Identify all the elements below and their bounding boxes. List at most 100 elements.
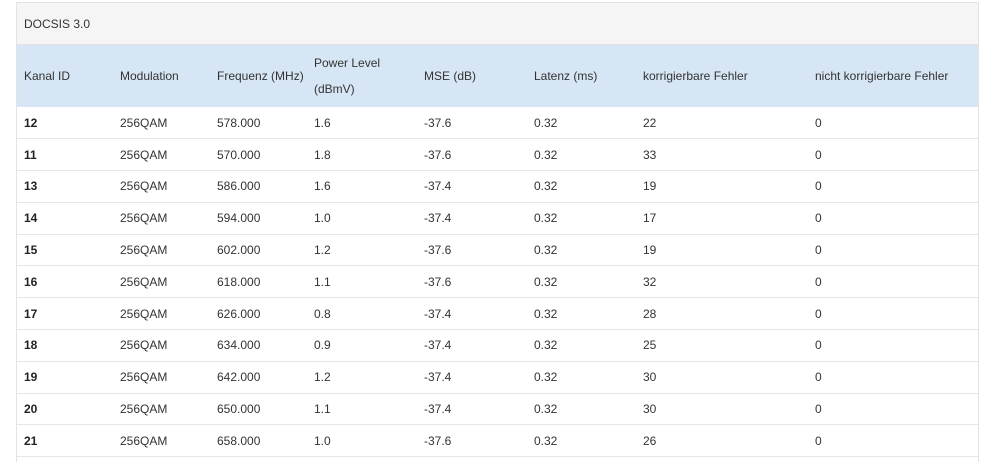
- header-mse: MSE (dB): [424, 69, 477, 83]
- cell-korrigierbare-fehler: 33: [643, 147, 657, 162]
- cell-modulation: 256QAM: [120, 274, 168, 289]
- cell-korrigierbare-fehler: 28: [643, 306, 657, 321]
- header-korrigierbare-fehler: korrigierbare Fehler: [643, 69, 748, 83]
- cell-kanal-id: 11: [24, 147, 37, 162]
- cell-latenz: 0.32: [534, 274, 558, 289]
- cell-nicht-korrigierbare-fehler: 0: [815, 306, 822, 321]
- cell-nicht-korrigierbare-fehler: 0: [815, 179, 822, 194]
- cell-modulation: 256QAM: [120, 402, 168, 417]
- cell-mse: -37.6: [424, 433, 452, 448]
- header-power-level: Power Level (dBmV): [307, 45, 417, 107]
- cell-frequenz: 650.000: [217, 402, 261, 417]
- cell-mse: -37.6: [424, 115, 452, 130]
- cell-nicht-korrigierbare-fehler: 0: [815, 147, 822, 162]
- cell-power-level: 1.6: [314, 115, 331, 130]
- cell-kanal-id: 15: [24, 243, 38, 258]
- cell-kanal-id: 18: [24, 338, 38, 353]
- cell-latenz: 0.32: [534, 179, 558, 194]
- cell-korrigierbare-fehler: 19: [643, 243, 657, 258]
- cell-modulation: 256QAM: [120, 306, 168, 321]
- docsis-panel: DOCSIS 3.0 Kanal ID Modulation Frequenz …: [16, 2, 979, 462]
- cell-frequenz: 586.000: [217, 179, 261, 194]
- cell-latenz: 0.32: [534, 402, 558, 417]
- cell-korrigierbare-fehler: 17: [643, 211, 657, 226]
- header-power-level-line2: (dBmV): [314, 82, 355, 96]
- cell-latenz: 0.32: [534, 211, 558, 226]
- cell-korrigierbare-fehler: 19: [643, 179, 657, 194]
- cell-korrigierbare-fehler: 30: [643, 370, 657, 385]
- cell-power-level: 0.8: [314, 306, 331, 321]
- cell-nicht-korrigierbare-fehler: 0: [815, 338, 822, 353]
- cell-nicht-korrigierbare-fehler: 0: [815, 211, 822, 226]
- cell-nicht-korrigierbare-fehler: 0: [815, 274, 822, 289]
- table-row: 19 256QAM 642.000 1.2 -37.4 0.32 30 0: [17, 361, 978, 394]
- table-row: 11 256QAM 570.000 1.8 -37.6 0.32 33 0: [17, 139, 978, 171]
- header-nicht-korrigierbare-fehler: nicht korrigierbare Fehler: [815, 69, 949, 83]
- cell-korrigierbare-fehler: 22: [643, 115, 657, 130]
- cell-modulation: 256QAM: [120, 115, 168, 130]
- table-row: 17 256QAM 626.000 0.8 -37.4 0.32 28 0: [17, 298, 978, 330]
- cell-frequenz: 658.000: [217, 433, 261, 448]
- cell-modulation: 256QAM: [120, 179, 168, 194]
- cell-mse: -37.4: [424, 306, 452, 321]
- cell-modulation: 256QAM: [120, 338, 168, 353]
- cell-frequenz: 594.000: [217, 211, 261, 226]
- cell-frequenz: 570.000: [217, 147, 261, 162]
- table-row: 15 256QAM 602.000 1.2 -37.6 0.32 19 0: [17, 234, 978, 266]
- cell-korrigierbare-fehler: 25: [643, 338, 657, 353]
- cell-power-level: 1.0: [314, 211, 331, 226]
- cell-kanal-id: 21: [24, 433, 38, 448]
- cell-korrigierbare-fehler: 30: [643, 402, 657, 417]
- header-modulation: Modulation: [120, 69, 179, 83]
- cell-korrigierbare-fehler: 26: [643, 433, 657, 448]
- cell-nicht-korrigierbare-fehler: 0: [815, 433, 822, 448]
- cell-kanal-id: 14: [24, 211, 38, 226]
- cell-modulation: 256QAM: [120, 370, 168, 385]
- cell-nicht-korrigierbare-fehler: 0: [815, 402, 822, 417]
- cell-nicht-korrigierbare-fehler: 0: [815, 115, 822, 130]
- header-power-level-line1: Power Level: [314, 56, 381, 70]
- cell-frequenz: 642.000: [217, 370, 261, 385]
- cell-power-level: 1.0: [314, 433, 331, 448]
- cell-power-level: 1.1: [314, 402, 331, 417]
- cell-power-level: 1.8: [314, 147, 331, 162]
- cell-kanal-id: 16: [24, 274, 38, 289]
- cell-power-level: 0.9: [314, 338, 331, 353]
- table-row: 13 256QAM 586.000 1.6 -37.4 0.32 19 0: [17, 171, 978, 203]
- cell-modulation: 256QAM: [120, 211, 168, 226]
- cell-power-level: 1.2: [314, 243, 331, 258]
- header-row: Kanal ID Modulation Frequenz (MHz) Power…: [17, 45, 978, 107]
- cell-latenz: 0.32: [534, 243, 558, 258]
- cell-latenz: 0.32: [534, 306, 558, 321]
- cell-latenz: 0.32: [534, 370, 558, 385]
- cell-modulation: 256QAM: [120, 147, 168, 162]
- cell-kanal-id: 20: [24, 402, 38, 417]
- cell-power-level: 1.1: [314, 274, 331, 289]
- cell-frequenz: 602.000: [217, 243, 261, 258]
- table-row: 12 256QAM 578.000 1.6 -37.6 0.32 22 0: [17, 107, 978, 139]
- header-kanal-id: Kanal ID: [24, 69, 71, 83]
- cell-mse: -37.4: [424, 370, 452, 385]
- cell-latenz: 0.32: [534, 115, 558, 130]
- table-header: Kanal ID Modulation Frequenz (MHz) Power…: [17, 45, 978, 107]
- cell-mse: -37.4: [424, 179, 452, 194]
- cell-kanal-id: 19: [24, 370, 38, 385]
- cell-mse: -37.6: [424, 243, 452, 258]
- table-row: 21 256QAM 658.000 1.0 -37.6 0.32 26 0: [17, 425, 978, 457]
- cell-nicht-korrigierbare-fehler: 0: [815, 243, 822, 258]
- table-body: 12 256QAM 578.000 1.6 -37.6 0.32 22 0 11 256QAM 57…: [17, 107, 978, 457]
- cell-frequenz: 634.000: [217, 338, 261, 353]
- cell-latenz: 0.32: [534, 147, 558, 162]
- cell-mse: -37.4: [424, 211, 452, 226]
- table-row: 14 256QAM 594.000 1.0 -37.4 0.32 17 0: [17, 202, 978, 235]
- cell-kanal-id: 12: [24, 115, 38, 130]
- table-row: 16 256QAM 618.000 1.1 -37.6 0.32 32 0: [17, 266, 978, 298]
- cell-mse: -37.4: [424, 402, 452, 417]
- cell-kanal-id: 13: [24, 179, 38, 194]
- channel-table: Kanal ID Modulation Frequenz (MHz) Power…: [17, 45, 978, 457]
- panel-title: DOCSIS 3.0: [17, 3, 978, 45]
- cell-modulation: 256QAM: [120, 243, 168, 258]
- cell-frequenz: 578.000: [217, 115, 261, 130]
- cell-modulation: 256QAM: [120, 433, 168, 448]
- cell-power-level: 1.6: [314, 179, 331, 194]
